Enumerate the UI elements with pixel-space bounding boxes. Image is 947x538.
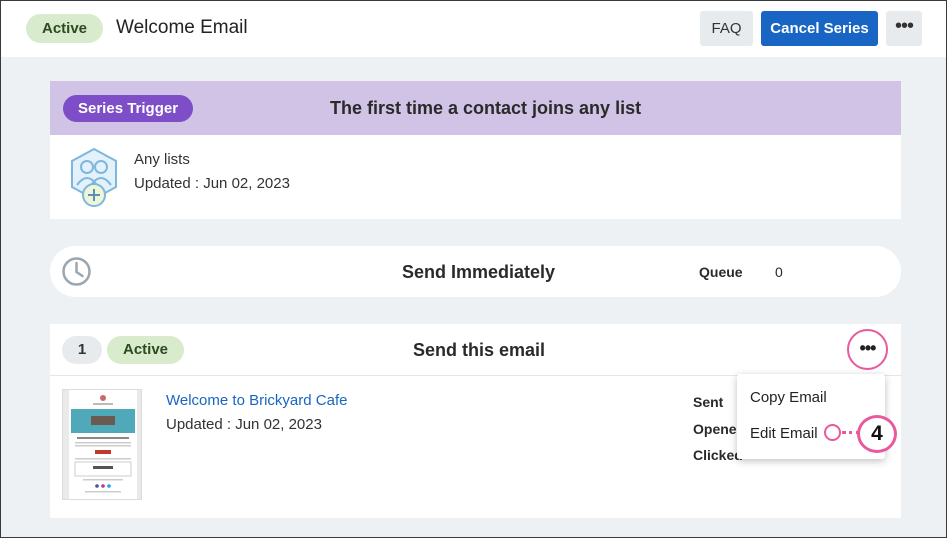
page-title: Welcome Email [116,17,248,38]
email-step-header: 1 Active Send this email ••• [50,324,901,376]
email-thumbnail[interactable] [62,389,142,500]
email-name-link[interactable]: Welcome to Brickyard Cafe [166,392,347,409]
series-trigger-badge: Series Trigger [63,95,194,122]
series-trigger-card: Series Trigger The first time a contact … [50,81,901,219]
callout-target-ring [824,424,841,441]
copy-email-menu-item[interactable]: Copy Email [750,389,827,406]
edit-email-menu-item[interactable]: Edit Email [750,425,818,442]
cancel-series-button[interactable]: Cancel Series [761,11,878,46]
email-more-options-button[interactable]: ••• [847,329,888,370]
email-preview-image [69,390,137,499]
email-step-heading: Send this email [413,340,546,360]
queue-label: Queue [699,264,743,280]
trigger-lists-label: Any lists [134,151,190,168]
faq-button[interactable]: FAQ [700,11,753,46]
trigger-header: Series Trigger The first time a contact … [50,81,901,135]
stat-clicked-label: Clicked [693,447,743,463]
series-status-badge: Active [26,14,104,43]
top-bar: Active Welcome Email FAQ Cancel Series •… [1,1,946,57]
email-status-badge: Active [107,336,185,364]
stat-sent-label: Sent [693,394,724,410]
send-timing-card: Send Immediately Queue 0 [50,246,901,297]
trigger-updated-date: Updated : Jun 02, 2023 [134,175,290,192]
clock-icon [62,257,91,286]
queue-count: 0 [775,264,783,280]
app-frame: Active Welcome Email FAQ Cancel Series •… [0,0,947,538]
email-updated-date: Updated : Jun 02, 2023 [166,416,322,433]
more-options-button[interactable]: ••• [886,11,922,46]
trigger-description: The first time a contact joins any list [330,98,642,118]
step-number-badge: 1 [62,336,102,364]
send-timing-label: Send Immediately [402,262,556,282]
stat-opened-label: Opene [693,421,737,437]
contacts-list-icon [71,147,117,207]
step-callout-badge: 4 [857,415,897,453]
